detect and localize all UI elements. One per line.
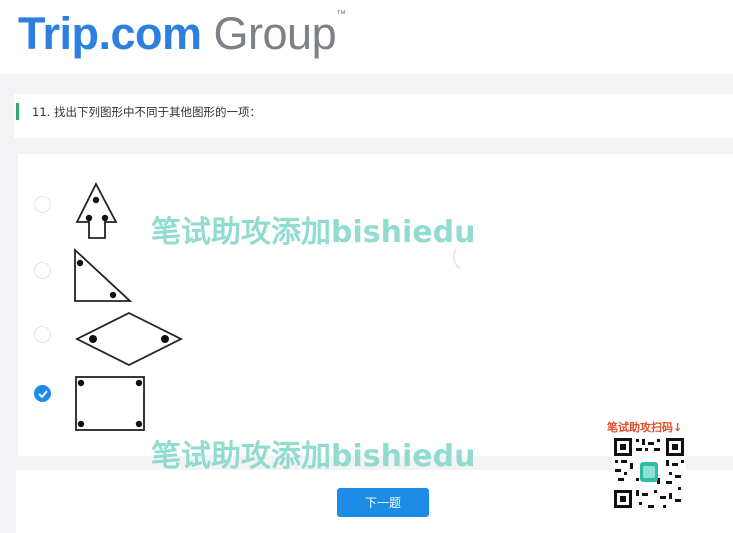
rhombus-shape bbox=[75, 311, 183, 367]
trip-com-group-logo: Trip.com Group™ bbox=[18, 4, 346, 64]
options-card: （ bbox=[18, 154, 733, 456]
logo-trip-text: Trip.com bbox=[18, 8, 202, 59]
check-icon bbox=[38, 390, 48, 398]
option-a-radio[interactable] bbox=[34, 196, 51, 213]
option-c[interactable] bbox=[18, 311, 218, 367]
question-text: 11. 找出下列图形中不同于其他图形的一项： bbox=[32, 105, 261, 119]
logo-group-text: Group bbox=[213, 8, 337, 59]
right-triangle-shape bbox=[74, 247, 133, 302]
question-accent-bar bbox=[16, 103, 19, 120]
rectangle-shape bbox=[75, 376, 145, 431]
logo-trademark: ™ bbox=[336, 9, 346, 20]
option-d-radio-checked[interactable] bbox=[34, 385, 51, 402]
qr-label: 笔试助攻扫码↓ bbox=[607, 421, 683, 434]
header: Trip.com Group™ bbox=[0, 0, 733, 74]
option-a[interactable] bbox=[18, 182, 218, 242]
qr-code-icon bbox=[612, 436, 686, 510]
question-card: 11. 找出下列图形中不同于其他图形的一项： bbox=[14, 94, 733, 138]
arrow-shape bbox=[75, 182, 118, 239]
option-b-radio[interactable] bbox=[34, 262, 51, 279]
next-question-button[interactable]: 下一题 bbox=[337, 488, 429, 517]
background-pattern: （ bbox=[436, 247, 463, 277]
option-c-radio[interactable] bbox=[34, 326, 51, 343]
option-b[interactable] bbox=[18, 247, 218, 305]
option-d[interactable] bbox=[18, 375, 218, 432]
